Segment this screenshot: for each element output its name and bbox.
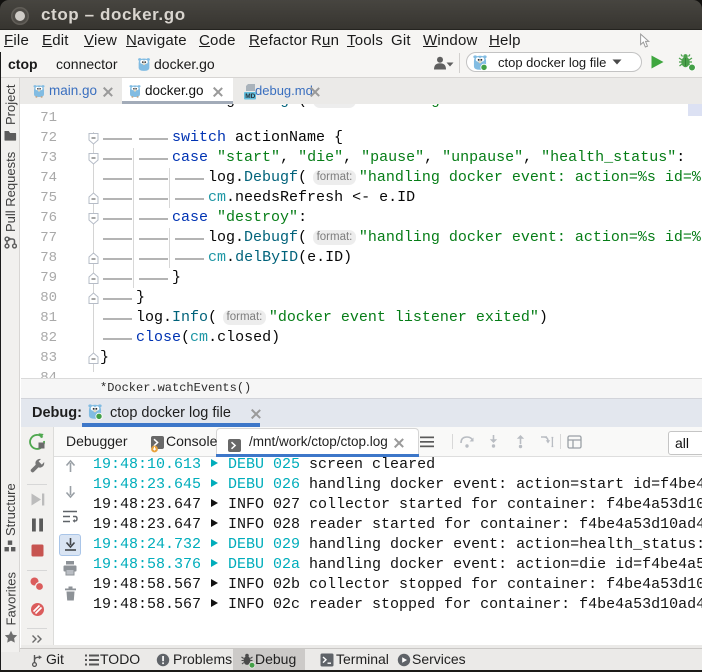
svg-text:MD: MD (245, 93, 255, 100)
